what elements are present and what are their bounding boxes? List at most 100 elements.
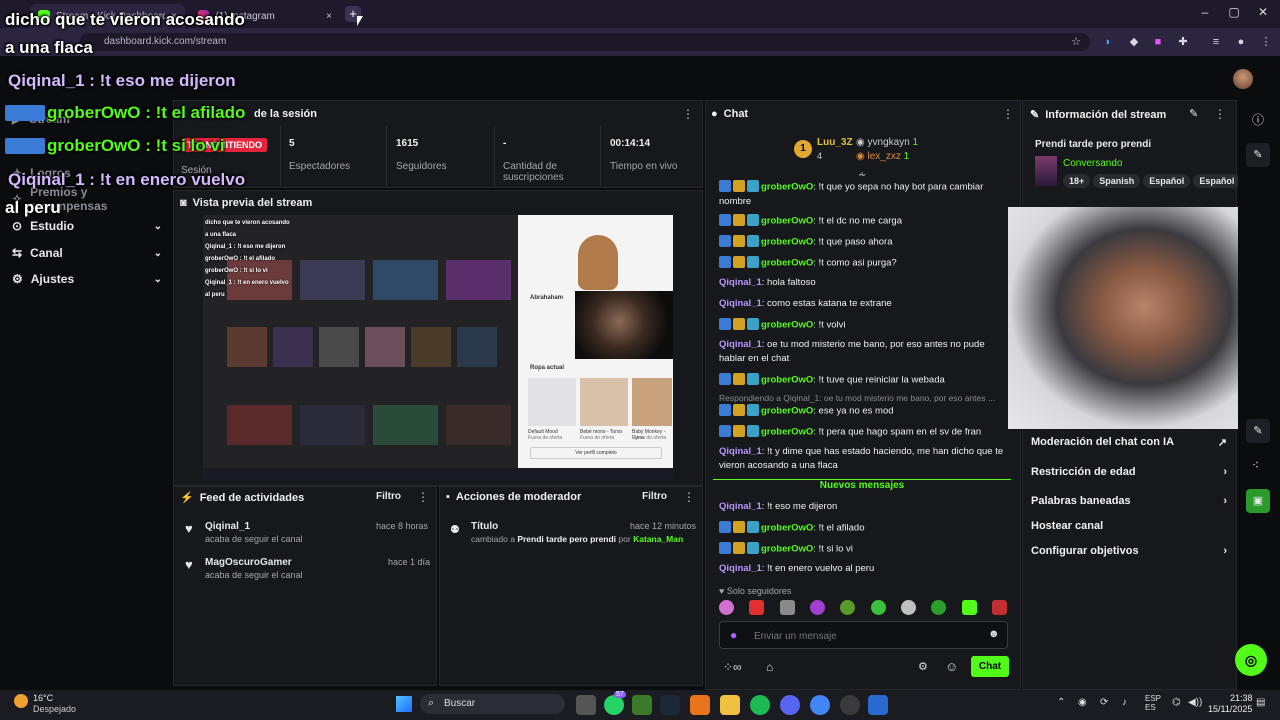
- kebab-menu-icon[interactable]: ⋮: [683, 490, 695, 504]
- chat-username[interactable]: groberOwO: [761, 216, 813, 227]
- edit-tool-icon[interactable]: ✎: [1246, 143, 1270, 167]
- bookmark-star-icon[interactable]: ☆: [1068, 34, 1084, 50]
- top-user-name[interactable]: Luu_3Z: [817, 137, 853, 148]
- app-icon[interactable]: [868, 695, 888, 715]
- emote-icon[interactable]: [991, 600, 1007, 615]
- whatsapp-icon[interactable]: [604, 695, 624, 715]
- stream-preview[interactable]: dicho que te vieron acosando a una flaca…: [203, 215, 673, 480]
- emote-icon[interactable]: [840, 600, 856, 615]
- browser-menu-icon[interactable]: ⋮: [1258, 34, 1274, 50]
- folder-icon[interactable]: [720, 695, 740, 715]
- info-icon[interactable]: ⓘ: [1252, 111, 1264, 128]
- address-bar[interactable]: dashboard.kick.com/stream: [80, 33, 1090, 51]
- chat-input[interactable]: [752, 626, 976, 646]
- tray-icon[interactable]: ⟳: [1100, 697, 1108, 708]
- extension-icon[interactable]: ■: [1150, 34, 1166, 50]
- kebab-menu-icon[interactable]: ⋮: [417, 490, 429, 504]
- points-icon[interactable]: ⁘∞: [723, 660, 742, 674]
- maximize-icon[interactable]: ▢: [1224, 5, 1244, 21]
- chat-username[interactable]: groberOwO: [761, 427, 813, 438]
- steam-icon[interactable]: [660, 695, 680, 715]
- emote-icon[interactable]: [749, 600, 765, 615]
- microphone-tray-icon[interactable]: ♪: [1122, 697, 1127, 708]
- task-view-icon[interactable]: [576, 695, 596, 715]
- chat-username[interactable]: Qiqinal_1: [719, 298, 762, 309]
- emote-icon[interactable]: [719, 600, 734, 615]
- app-icon[interactable]: ▣: [1246, 489, 1270, 513]
- chevron-up-icon[interactable]: ⌃: [1057, 697, 1065, 708]
- modactions-filter-button[interactable]: Filtro: [642, 491, 667, 502]
- support-icon[interactable]: ◎: [1235, 644, 1267, 676]
- activity-user[interactable]: Qiqinal_1: [205, 521, 250, 532]
- menu-ai-moderation[interactable]: Moderación del chat con IA ↗: [1031, 432, 1227, 452]
- chat-username[interactable]: Qiqinal_1: [719, 563, 762, 574]
- chrome-icon[interactable]: [810, 695, 830, 715]
- app-icon[interactable]: [690, 695, 710, 715]
- reading-list-icon[interactable]: ≡: [1208, 34, 1224, 50]
- discord-icon[interactable]: [780, 695, 800, 715]
- chat-username[interactable]: groberOwO: [761, 375, 813, 386]
- pencil-icon[interactable]: ✎: [1246, 419, 1270, 443]
- emote-picker-icon[interactable]: ☺: [945, 659, 958, 674]
- puzzle-extensions-icon[interactable]: ✚: [1175, 34, 1191, 50]
- microphone-icon[interactable]: ●: [730, 628, 737, 642]
- emote-icon[interactable]: [870, 600, 886, 615]
- spotify-icon[interactable]: [750, 695, 770, 715]
- chat-username[interactable]: groberOwO: [761, 258, 813, 269]
- notifications-icon[interactable]: ▤: [1256, 697, 1265, 708]
- profile-icon[interactable]: ●: [1233, 34, 1249, 50]
- volume-icon[interactable]: ◀)): [1188, 697, 1202, 708]
- close-window-icon[interactable]: ✕: [1253, 5, 1273, 21]
- kebab-menu-icon[interactable]: ⋮: [682, 107, 694, 121]
- minecraft-icon[interactable]: [632, 695, 652, 715]
- windows-start-icon[interactable]: [396, 696, 412, 712]
- top-user[interactable]: ◉ yvngkayn 1: [856, 137, 918, 148]
- extension-icon[interactable]: ◗: [1100, 34, 1116, 50]
- settings-icon[interactable]: ⚙: [918, 660, 928, 673]
- chat-username[interactable]: groberOwO: [761, 320, 813, 331]
- kebab-menu-icon[interactable]: ⋮: [1214, 107, 1226, 121]
- chat-username[interactable]: Qiqinal_1: [719, 339, 762, 350]
- weather-temp[interactable]: 16°C: [33, 693, 53, 703]
- chat-username[interactable]: groberOwO: [761, 523, 813, 534]
- chat-input-box[interactable]: ● ☻: [719, 621, 1008, 649]
- menu-host-channel[interactable]: Hostear canal: [1031, 516, 1227, 536]
- extension-icon[interactable]: ◆: [1126, 34, 1142, 50]
- top-user[interactable]: ◉ lex_zxz 1: [856, 151, 909, 162]
- chat-username[interactable]: groberOwO: [761, 544, 813, 555]
- category-link[interactable]: Conversando: [1063, 158, 1122, 169]
- sidebar-item-ajustes[interactable]: ⚙ Ajustes ⌄: [12, 269, 162, 289]
- new-messages-divider[interactable]: Nuevos mensajes: [713, 479, 1011, 491]
- obs-icon[interactable]: [840, 695, 860, 715]
- menu-age-restriction[interactable]: Restricción de edad ›: [1031, 462, 1227, 482]
- chat-username[interactable]: Qiqinal_1: [719, 446, 762, 457]
- emote-icon[interactable]: [779, 600, 795, 615]
- emoji-icon[interactable]: ☻: [988, 628, 1000, 640]
- language-indicator[interactable]: ESP ES: [1145, 694, 1161, 712]
- nodes-icon[interactable]: ⁖: [1252, 458, 1259, 472]
- chat-username[interactable]: groberOwO: [761, 406, 813, 417]
- network-icon[interactable]: ⌬: [1172, 697, 1181, 708]
- edit-icon[interactable]: ✎: [1189, 107, 1198, 120]
- emote-icon[interactable]: [809, 600, 825, 615]
- emote-icon[interactable]: [900, 600, 916, 615]
- clock-date[interactable]: 15/11/2025: [1208, 704, 1252, 714]
- clock-time[interactable]: 21:38: [1230, 693, 1253, 703]
- store-icon[interactable]: ⌂: [766, 660, 773, 674]
- chat-username[interactable]: groberOwO: [761, 182, 813, 193]
- emote-icon[interactable]: [961, 600, 977, 615]
- sidebar-item-canal[interactable]: ⇆ Canal ⌄: [12, 243, 162, 263]
- activity-filter-button[interactable]: Filtro: [376, 491, 401, 502]
- sidebar-item-estudio[interactable]: ⊙ Estudio ⌄: [12, 216, 162, 236]
- chat-username[interactable]: groberOwO: [761, 237, 813, 248]
- activity-user[interactable]: MagOscuroGamer: [205, 557, 292, 568]
- send-chat-button[interactable]: Chat: [971, 656, 1009, 677]
- weather-icon[interactable]: [14, 694, 28, 708]
- avatar[interactable]: [1233, 69, 1253, 89]
- emote-icon[interactable]: [931, 600, 947, 615]
- tray-icon[interactable]: ◉: [1078, 697, 1087, 708]
- chat-username[interactable]: Qiqinal_1: [719, 501, 762, 512]
- chat-username[interactable]: Qiqinal_1: [719, 277, 762, 288]
- menu-banned-words[interactable]: Palabras baneadas ›: [1031, 491, 1227, 511]
- minimize-icon[interactable]: –: [1195, 5, 1215, 21]
